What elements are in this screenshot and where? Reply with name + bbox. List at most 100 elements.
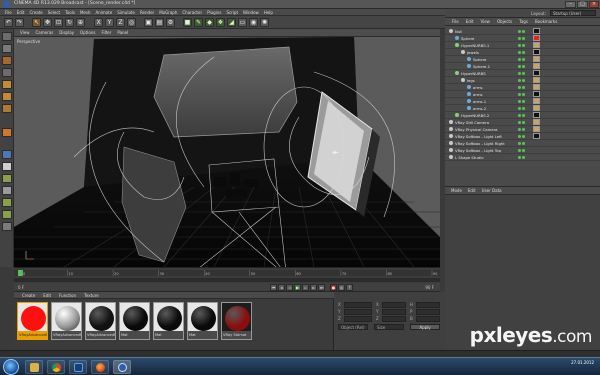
photoshop-task[interactable] [69,360,87,374]
light-icon[interactable]: ✺ [260,18,269,27]
material-name[interactable]: VRayAdvancedMat.1 [52,331,81,339]
visibility-flags[interactable] [518,120,528,125]
material-tag-icon[interactable] [533,77,540,83]
object-name[interactable]: VRay Softbox - Light Right [455,140,505,147]
menu-item-help[interactable]: Help [264,9,273,16]
world-coord-icon[interactable]: ◎ [127,18,136,27]
coord-mode-select[interactable]: Object (Rel) [338,324,368,330]
menu-item-script[interactable]: Script [226,9,238,16]
object-row[interactable]: HyperNURBS [445,70,600,77]
snap-icon[interactable] [2,162,12,171]
coord-position-field[interactable] [344,302,372,308]
material-tag-icon[interactable] [533,56,540,62]
visibility-flags[interactable] [518,43,528,48]
material-tag-icon[interactable] [533,98,540,104]
cube-icon[interactable]: ■ [183,18,192,27]
coord-rotation-field[interactable] [416,316,440,322]
firefox-task[interactable] [91,360,109,374]
menu-item-edit[interactable]: Edit [17,9,25,16]
edges-mode-icon[interactable] [2,92,12,101]
previous-key-icon[interactable]: ◂ [278,284,285,291]
visibility-flags[interactable] [518,155,528,160]
3d-viewport[interactable]: ↞ Perspective [14,37,440,267]
visibility-flags[interactable] [518,106,528,111]
visibility-flags[interactable] [518,50,528,55]
render-picture-viewer-icon[interactable]: ▤ [155,18,164,27]
play-icon[interactable]: ▶ [294,284,301,291]
points-mode-icon[interactable] [2,80,12,89]
x-axis-icon[interactable]: X [94,18,103,27]
object-row[interactable]: VRay Softbox - Light Right [445,140,600,147]
pen-icon[interactable]: ✎ [194,18,203,27]
material-swatch[interactable]: Mat [119,302,150,340]
om-menu-item-view[interactable]: View [480,18,490,26]
menu-item-file[interactable]: File [5,9,12,16]
object-name[interactable]: HyperNURBS.2 [461,112,489,119]
object-row[interactable]: VRay Still Camera [445,119,600,126]
om-menu-item-tags[interactable]: Tags [519,18,528,26]
object-row[interactable]: arms.1 [445,98,600,105]
visibility-flags[interactable] [518,78,528,83]
visibility-flags[interactable] [518,99,528,104]
recent-tool-icon[interactable]: ⊕ [76,18,85,27]
chrome-task[interactable] [47,360,65,374]
start-button[interactable] [3,359,19,375]
next-key-icon[interactable]: ▸ [310,284,317,291]
workplane-icon[interactable] [2,68,12,77]
model-mode-icon[interactable] [2,44,12,53]
coord-position-field[interactable] [344,316,372,322]
polygons-mode-icon[interactable] [2,104,12,113]
timeline[interactable]: 0 10 20 30 40 50 60 70 80 90 [14,267,440,283]
object-row[interactable]: legs [445,77,600,84]
cinema4d-task[interactable] [113,360,131,374]
object-name[interactable]: Sphere [473,56,486,63]
viewport-menu-item-options[interactable]: Options [80,29,95,37]
scale-icon[interactable]: ⊡ [54,18,63,27]
object-name[interactable]: VRay Physical Camera [455,126,498,133]
material-tag-icon[interactable] [533,42,540,48]
menu-item-render[interactable]: Render [140,9,154,16]
material-swatch[interactable]: VRay Stdmat [221,302,252,340]
menu-item-select[interactable]: Select [48,9,60,16]
maximize-button[interactable]: □ [577,1,588,8]
layer-icon[interactable] [2,222,12,231]
subdivision-icon[interactable]: ◆ [205,18,214,27]
material-name[interactable]: VRayAdvancedMat.2 [86,331,115,339]
material-name[interactable]: VRayAdvancedMat [18,331,47,339]
z-axis-icon[interactable]: Z [116,18,125,27]
object-name[interactable]: arms.1 [473,98,486,105]
material-tag-icon[interactable] [533,63,540,69]
om-menu-item-file[interactable]: File [452,18,459,26]
menu-item-character[interactable]: Character [182,9,202,16]
apply-button[interactable]: Apply [410,324,440,330]
object-name[interactable]: VRay Softbox - Light Top [455,147,501,154]
viewport-menu-item-view[interactable]: View [20,29,30,37]
visibility-flags[interactable] [518,134,528,139]
material-tag-icon[interactable] [533,28,540,34]
material-name[interactable]: Mat [120,331,149,339]
object-name[interactable]: Null [455,28,462,35]
menu-item-mograph[interactable]: MoGraph [159,9,177,16]
object-name[interactable]: arms [473,91,483,98]
om-menu-item-edit[interactable]: Edit [466,18,474,26]
object-row[interactable]: L Shape Studio [445,154,600,161]
viewport-menu-item-filter[interactable]: Filter [101,29,111,37]
object-row[interactable]: jewels [445,49,600,56]
start-frame-field[interactable]: 0 F [18,285,24,290]
om-menu-item-bookmarks[interactable]: Bookmarks [535,18,557,26]
redo-icon[interactable]: ↷ [15,18,24,27]
previous-frame-icon[interactable]: ◃ [286,284,293,291]
coord-size-field[interactable] [382,302,406,308]
coord-size-select[interactable]: Size [374,324,404,330]
object-name[interactable]: jewels [467,49,479,56]
render-settings-icon[interactable]: ⚙ [166,18,175,27]
coord-rotation-field[interactable] [416,302,440,308]
attribute-menu-item-mode[interactable]: Mode [451,187,462,195]
visibility-flags[interactable] [518,148,528,153]
object-name[interactable]: legs [467,77,475,84]
material-menu-item-texture[interactable]: Texture [84,292,99,299]
coord-rotation-field[interactable] [416,309,440,315]
key-selection-icon[interactable]: ? [346,284,353,291]
object-row[interactable]: VRay Softbox - Light Left [445,133,600,140]
object-name[interactable]: arms.2 [473,105,486,112]
